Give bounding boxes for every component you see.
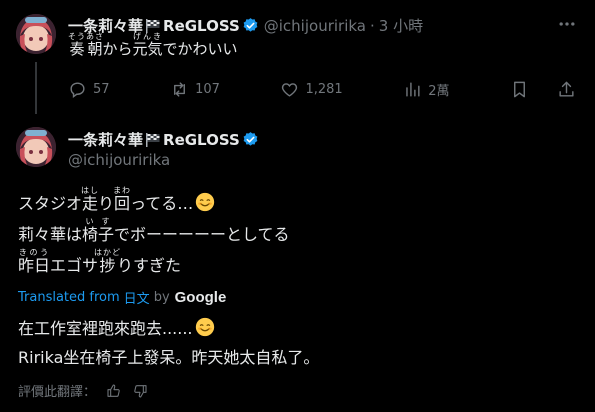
text-segment: でボーーーーーとしてる [114, 225, 290, 244]
action-bar: 57 107 1,281 2萬 [68, 80, 582, 99]
ruby-base: 椅子 [82, 225, 115, 244]
main-display-name[interactable]: 一条莉々華 [68, 129, 143, 150]
main-handle[interactable]: @ichijouririka [68, 151, 170, 169]
reply-button[interactable]: 57 [68, 80, 110, 99]
ruby-base: 回 [113, 194, 132, 213]
source-language-link[interactable]: 日文 [124, 288, 150, 307]
furigana: はし [81, 186, 100, 195]
tweet-text: スタジオ走はしり回まわってる… 莉々華は椅子いすでボーーーーーとしてる 昨日きのうエ… [18, 186, 290, 279]
reply-handle[interactable]: @ichijouririka [264, 17, 366, 35]
ruby-base: 走 [81, 194, 100, 213]
ruby-word: 走はし [81, 186, 100, 213]
furigana: はかど [94, 248, 122, 257]
ruby-word: 捗はかど [94, 248, 121, 275]
ruby-base: 元気 [132, 40, 163, 58]
avatar-image [16, 127, 56, 167]
main-avatar[interactable] [16, 127, 56, 167]
by-label: by [153, 290, 170, 305]
bookmark-button[interactable] [510, 80, 535, 99]
rate-translation: 評價此翻譯： [18, 381, 148, 400]
text-segment: り [98, 194, 115, 213]
comment-icon [70, 82, 85, 99]
furigana: まわ [113, 186, 132, 195]
ruby-word: 椅子いす [82, 217, 115, 244]
analytics-icon [406, 82, 420, 97]
repost-button[interactable]: 107 [170, 80, 220, 99]
share-button[interactable] [557, 80, 582, 99]
text-segment: 莉々華は [18, 225, 83, 244]
ruby-word: 回まわ [113, 186, 132, 213]
furigana: きのう [18, 248, 50, 257]
text-segment: から [102, 40, 133, 58]
main-header: 一条莉々華 ReGLOSS [68, 129, 259, 150]
repost-count: 107 [195, 82, 220, 97]
translation-line-2: Ririka坐在椅子上發呆。昨天她太自私了。 [18, 348, 320, 367]
verified-badge-icon[interactable] [242, 131, 259, 148]
text-segment: りすぎた [117, 256, 182, 275]
text-segment: エゴサ [50, 256, 99, 275]
rate-translation-label: 評價此翻譯： [18, 385, 97, 400]
avatar-image [16, 14, 56, 54]
reply-timestamp[interactable]: 3 小時 [379, 15, 423, 36]
translation-line-1: 在工作室裡跑來跑去...... [18, 314, 319, 343]
smiling-face-emoji-icon [195, 317, 214, 337]
smiling-face-emoji-icon [196, 192, 215, 212]
views-button[interactable]: 2萬 [403, 80, 449, 99]
reply-count: 57 [93, 82, 110, 97]
thread-connector [35, 62, 37, 114]
bookmark-icon [514, 81, 525, 98]
thumbs-up-icon[interactable] [106, 383, 122, 399]
ruby-word: 奏朝そうあさ [68, 32, 104, 58]
translated-text: 在工作室裡跑來跑去...... Ririka坐在椅子上發呆。昨天她太自私了。 [18, 314, 319, 372]
verified-badge-icon[interactable] [242, 17, 259, 34]
heart-icon [282, 83, 298, 97]
share-icon [559, 81, 574, 97]
translation-attribution: Translated from 日文 by Google [18, 288, 226, 307]
flag-emoji-icon [146, 132, 160, 147]
text-segment: ってる… [130, 194, 194, 213]
reply-text: 奏朝そうあさから元気げんきでかわいい [68, 31, 238, 67]
main-name-suffix[interactable]: ReGLOSS [163, 131, 240, 149]
thumbs-down-icon[interactable] [132, 383, 148, 399]
ruby-base: 昨日 [18, 256, 51, 275]
text-segment: でかわいい [162, 40, 238, 58]
action-right-group [510, 80, 582, 99]
like-count: 1,281 [305, 82, 343, 97]
ruby-word: 元気げんき [132, 32, 163, 58]
furigana: そうあさ [68, 32, 104, 41]
more-options-icon[interactable] [557, 14, 577, 34]
translated-from-label[interactable]: Translated from [18, 290, 120, 305]
repost-icon [174, 82, 186, 97]
tweet-line-2: 莉々華は椅子いすでボーーーーーとしてる [18, 217, 290, 248]
tweet-line-3: 昨日きのうエゴサ捗はかどりすぎた [18, 248, 290, 279]
ruby-word: 昨日きのう [18, 248, 51, 275]
google-logo: Google [174, 289, 227, 306]
furigana: げんき [132, 32, 163, 41]
view-count: 2萬 [428, 84, 450, 99]
ruby-base: 奏朝 [68, 40, 104, 58]
separator-dot: · [370, 16, 375, 35]
like-button[interactable]: 1,281 [280, 80, 343, 99]
furigana: いす [82, 217, 115, 226]
reply-avatar[interactable] [16, 14, 56, 54]
tweet-line-1: スタジオ走はしり回まわってる… [18, 186, 290, 217]
text-segment: スタジオ [18, 194, 83, 213]
